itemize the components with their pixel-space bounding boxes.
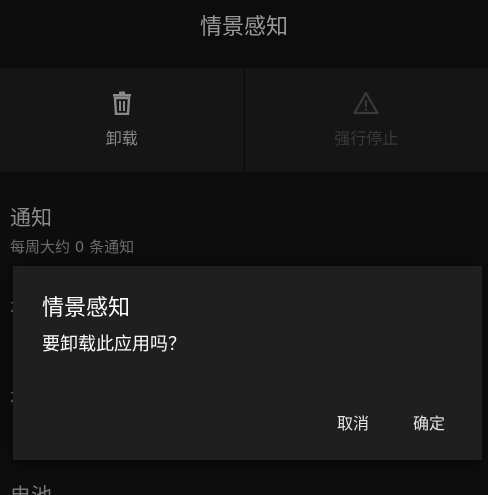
page-title: 情景感知 <box>199 15 288 40</box>
trash-icon <box>111 91 133 119</box>
app-bar: 情景感知 <box>0 0 488 68</box>
uninstall-dialog: 情景感知 要卸载此应用吗？ 取消 确定 <box>13 266 482 460</box>
app-info-screen: 情景感知 卸载 强行停止 通知 每周大约 0 条通知 情景感知 要卸载此应用吗？… <box>0 0 488 495</box>
confirm-button[interactable]: 确定 <box>413 410 445 434</box>
dialog-message: 要卸载此应用吗？ <box>42 334 186 355</box>
uninstall-button[interactable]: 卸载 <box>0 68 244 172</box>
force-stop-button[interactable]: 强行停止 <box>245 68 488 172</box>
notifications-subtitle: 每周大约 0 条通知 <box>10 238 135 256</box>
action-row: 卸载 强行停止 <box>0 68 488 172</box>
notifications-item[interactable]: 通知 每周大约 0 条通知 <box>10 202 134 257</box>
cancel-button[interactable]: 取消 <box>337 410 369 434</box>
uninstall-label: 卸载 <box>105 129 138 148</box>
force-stop-label: 强行停止 <box>334 129 399 148</box>
warning-triangle-icon <box>353 91 379 119</box>
notifications-title: 通知 <box>10 206 52 230</box>
battery-title[interactable]: 电池 <box>10 480 52 495</box>
dialog-title: 情景感知 <box>42 296 131 321</box>
